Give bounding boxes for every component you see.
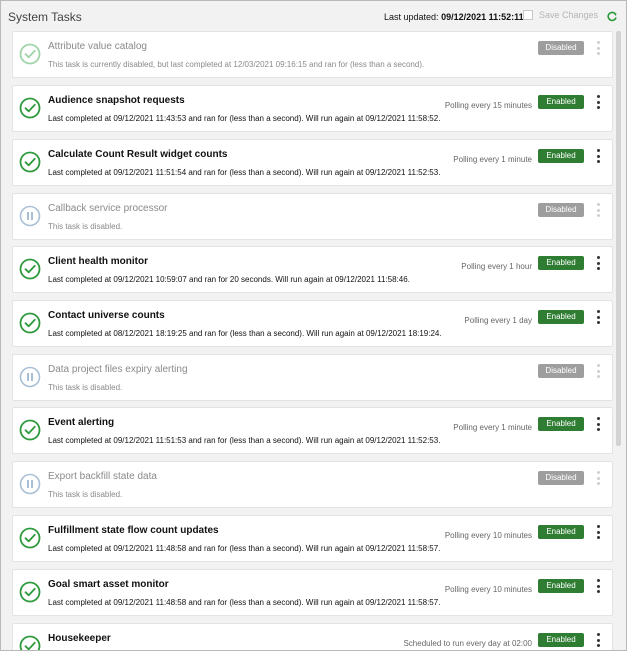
task-card: Export backfill state data This task is d… [12, 461, 613, 508]
more-options-icon[interactable] [596, 471, 600, 485]
task-schedule: Polling every 10 minutes [444, 531, 532, 540]
pause-icon [19, 205, 41, 227]
check-icon [19, 527, 41, 549]
task-description: This task is disabled. [48, 383, 123, 392]
task-name: Goal smart asset monitor [48, 579, 169, 590]
task-name: Event alerting [48, 417, 115, 428]
task-description: Last completed at 09/12/2021 11:51:54 an… [48, 168, 441, 177]
more-options-icon[interactable] [596, 364, 600, 378]
status-toggle-button[interactable]: Enabled [538, 256, 584, 270]
last-updated: Last updated: 09/12/2021 11:52:11 [384, 12, 524, 22]
save-icon [523, 10, 533, 20]
task-schedule: Polling every 15 minutes [444, 101, 532, 110]
status-toggle-button[interactable]: Enabled [538, 310, 584, 324]
status-toggle-button[interactable]: Enabled [538, 417, 584, 431]
check-icon [19, 97, 41, 119]
check-icon-faded [19, 43, 41, 65]
task-name: Export backfill state data [48, 471, 157, 482]
task-schedule: Scheduled to run every day at 02:00 [403, 639, 532, 648]
task-name: Callback service processor [48, 203, 168, 214]
status-toggle-button[interactable]: Enabled [538, 633, 584, 647]
more-options-icon[interactable] [596, 579, 600, 593]
task-description: This task is disabled. [48, 222, 123, 231]
page-title: System Tasks [8, 10, 82, 24]
task-name: Client health monitor [48, 256, 148, 267]
save-changes-label: Save Changes [539, 10, 599, 20]
last-updated-label: Last updated: [384, 12, 439, 22]
task-description: This task is currently disabled, but las… [48, 60, 425, 69]
more-options-icon[interactable] [596, 95, 600, 109]
check-icon [19, 419, 41, 441]
system-tasks-panel: System Tasks Last updated: 09/12/2021 11… [0, 0, 627, 651]
task-name: Data project files expiry alerting [48, 364, 188, 375]
task-description: Last completed at 09/12/2021 11:48:58 an… [48, 598, 441, 607]
task-schedule: Polling every 1 minute [453, 155, 532, 164]
status-toggle-button[interactable]: Enabled [538, 525, 584, 539]
header-bar: System Tasks Last updated: 09/12/2021 11… [1, 1, 626, 31]
status-toggle-button[interactable]: Disabled [538, 41, 584, 55]
task-description: Last completed at 09/12/2021 11:48:58 an… [48, 544, 441, 553]
task-description: Last completed at 08/12/2021 18:19:25 an… [48, 329, 442, 338]
task-description: Last completed at 09/12/2021 11:43:53 an… [48, 114, 441, 123]
save-changes-button[interactable]: Save Changes [523, 10, 598, 20]
task-card: Contact universe counts Last completed at… [12, 300, 613, 347]
status-toggle-button[interactable]: Enabled [538, 149, 584, 163]
task-name: Contact universe counts [48, 310, 165, 321]
last-updated-value: 09/12/2021 11:52:11 [441, 12, 524, 22]
task-card: Goal smart asset monitor Last completed a… [12, 569, 613, 616]
more-options-icon[interactable] [596, 256, 600, 270]
status-toggle-button[interactable]: Disabled [538, 364, 584, 378]
status-toggle-button[interactable]: Enabled [538, 579, 584, 593]
task-name: Housekeeper [48, 633, 111, 644]
task-card: Housekeeper Scheduled to run every day at… [12, 623, 613, 650]
task-card: Attribute value catalog This task is curr… [12, 31, 613, 78]
check-icon [19, 635, 41, 650]
more-options-icon[interactable] [596, 525, 600, 539]
more-options-icon[interactable] [596, 41, 600, 55]
task-description: Last completed at 09/12/2021 11:51:53 an… [48, 436, 441, 445]
task-card: Audience snapshot requests Last completed… [12, 85, 613, 132]
scrollbar[interactable] [615, 31, 622, 650]
task-name: Audience snapshot requests [48, 95, 185, 106]
task-card: Callback service processor This task is d… [12, 193, 613, 240]
more-options-icon[interactable] [596, 633, 600, 647]
status-toggle-button[interactable]: Disabled [538, 203, 584, 217]
task-name: Calculate Count Result widget counts [48, 149, 228, 160]
task-name: Fulfillment state flow count updates [48, 525, 219, 536]
task-schedule: Polling every 10 minutes [444, 585, 532, 594]
task-card: Fulfillment state flow count updates Last… [12, 515, 613, 562]
task-list: Attribute value catalog This task is curr… [12, 31, 613, 650]
scrollbar-thumb[interactable] [616, 31, 621, 446]
more-options-icon[interactable] [596, 203, 600, 217]
task-card: Calculate Count Result widget counts Last… [12, 139, 613, 186]
status-toggle-button[interactable]: Enabled [538, 95, 584, 109]
task-schedule: Polling every 1 day [464, 316, 532, 325]
more-options-icon[interactable] [596, 149, 600, 163]
task-card: Event alerting Last completed at 09/12/20… [12, 407, 613, 454]
task-card: Data project files expiry alerting This t… [12, 354, 613, 401]
pause-icon [19, 366, 41, 388]
task-description: This task is disabled. [48, 490, 123, 499]
pause-icon [19, 473, 41, 495]
check-icon [19, 258, 41, 280]
check-icon [19, 312, 41, 334]
status-toggle-button[interactable]: Disabled [538, 471, 584, 485]
task-schedule: Polling every 1 minute [453, 423, 532, 432]
task-description: Last completed at 09/12/2021 10:59:07 an… [48, 275, 410, 284]
task-schedule: Polling every 1 hour [461, 262, 532, 271]
more-options-icon[interactable] [596, 417, 600, 431]
check-icon [19, 151, 41, 173]
check-icon [19, 581, 41, 603]
refresh-icon[interactable] [606, 11, 618, 23]
task-card: Client health monitor Last completed at 0… [12, 246, 613, 293]
more-options-icon[interactable] [596, 310, 600, 324]
task-name: Attribute value catalog [48, 41, 147, 52]
